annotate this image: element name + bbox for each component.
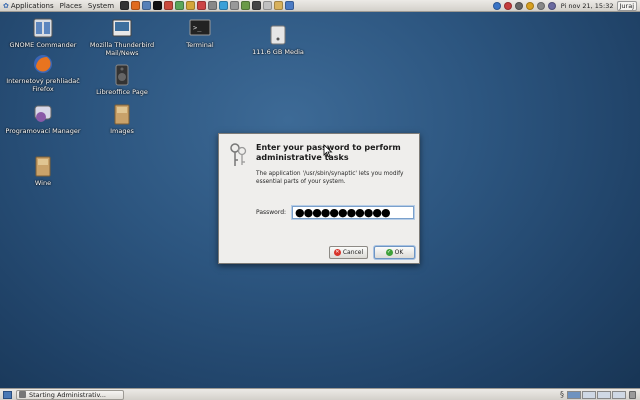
- tray-icon[interactable]: [525, 1, 534, 10]
- tray-icon[interactable]: [492, 1, 501, 10]
- system-tray: Pi nov 21, 15:32 Juraj: [492, 0, 640, 11]
- hard-drive-icon: [267, 24, 289, 46]
- desktop-icon-media-drive[interactable]: 111.6 GB Media: [238, 24, 318, 56]
- top-panel: ✿ Applications Places System Pi nov 21, 1…: [0, 0, 640, 12]
- mail2-launcher-icon[interactable]: [263, 1, 273, 10]
- firefox-icon: [32, 53, 54, 75]
- show-desktop-icon[interactable]: [3, 390, 12, 399]
- desktop-icon-firefox[interactable]: Internetový prehliadač Firefox: [3, 53, 83, 93]
- tray-icon[interactable]: [503, 1, 512, 10]
- firefox-launcher-icon[interactable]: [131, 1, 141, 10]
- password-label: Password:: [256, 209, 287, 216]
- desktop-icon-manager[interactable]: Programovací Manager: [3, 103, 83, 135]
- clock[interactable]: Pi nov 21, 15:32: [561, 2, 614, 10]
- taskbar-button[interactable]: Starting Administrativ...: [16, 389, 124, 400]
- desktop-icon-terminal[interactable]: >_ Terminal: [160, 17, 240, 49]
- java-icon: §: [560, 390, 564, 399]
- gnome-foot-icon: ✿: [3, 1, 9, 10]
- thunderbird-icon: [111, 17, 133, 39]
- workspace-2[interactable]: [582, 390, 596, 399]
- system-menu[interactable]: System: [85, 0, 117, 12]
- workspace-area: §: [560, 390, 640, 399]
- folder-icon: [32, 155, 54, 177]
- cancel-icon: ✕: [333, 249, 341, 256]
- terminal-icon: >_: [189, 17, 211, 39]
- workspace-switcher: [567, 390, 626, 399]
- folder-icon: [111, 103, 133, 125]
- dialog-title: Enter your password to perform administr…: [256, 143, 401, 162]
- image-launcher-icon[interactable]: [241, 1, 251, 10]
- desktop-icon-libreoffice[interactable]: Libreoffice Page: [82, 64, 162, 96]
- game-launcher-icon[interactable]: [186, 1, 196, 10]
- search-launcher-icon[interactable]: [208, 1, 218, 10]
- dialog-message: The application '/usr/sbin/synaptic' let…: [256, 171, 404, 185]
- app-icon: [19, 391, 26, 398]
- messenger-icon: [32, 103, 54, 125]
- chat-launcher-icon[interactable]: [175, 1, 185, 10]
- skype-launcher-icon[interactable]: [219, 1, 229, 10]
- user-switcher[interactable]: Juraj: [616, 0, 637, 11]
- desktop-icon-images[interactable]: Images: [82, 103, 162, 135]
- terminal-launcher-icon[interactable]: [120, 1, 130, 10]
- ok-icon: ✓: [385, 249, 393, 256]
- file-manager-icon: [32, 17, 54, 39]
- mouse-cursor-icon: [323, 143, 333, 158]
- ok-button[interactable]: ✓ OK: [374, 246, 415, 259]
- tray-icon[interactable]: [514, 1, 523, 10]
- workspace-4[interactable]: [612, 390, 626, 399]
- password-field[interactable]: ●●●●●●●●●●●: [292, 206, 414, 219]
- desktop-icon-thunderbird[interactable]: Mozilla Thunderbird Mail/News: [82, 17, 162, 57]
- tray-icons: [492, 1, 556, 10]
- applications-menu[interactable]: ✿ Applications: [0, 0, 57, 12]
- files-launcher-icon[interactable]: [274, 1, 284, 10]
- keys-icon: [227, 142, 249, 168]
- desktop-icon-wine[interactable]: Wine: [3, 155, 83, 187]
- editor-launcher-icon[interactable]: [197, 1, 207, 10]
- monitor-launcher-icon[interactable]: [252, 1, 262, 10]
- speaker-icon: [111, 64, 133, 86]
- trash-icon[interactable]: [629, 390, 636, 399]
- launcher-bar: [120, 1, 295, 10]
- workspace-3[interactable]: [597, 390, 611, 399]
- network-launcher-icon[interactable]: [285, 1, 295, 10]
- workspace-1[interactable]: [567, 390, 581, 399]
- mail-launcher-icon[interactable]: [142, 1, 152, 10]
- bottom-panel: Starting Administrativ... §: [0, 388, 640, 400]
- music-launcher-icon[interactable]: [153, 1, 163, 10]
- places-menu[interactable]: Places: [57, 0, 85, 12]
- auth-dialog: Enter your password to perform administr…: [218, 133, 420, 264]
- tray-icon[interactable]: [536, 1, 545, 10]
- photos-launcher-icon[interactable]: [164, 1, 174, 10]
- desktop-icon-gnome-commander[interactable]: GNOME Commander: [3, 17, 83, 49]
- svg-text:>_: >_: [193, 24, 202, 32]
- calc-launcher-icon[interactable]: [230, 1, 240, 10]
- cancel-button[interactable]: ✕ Cancel: [329, 246, 368, 259]
- tray-icon[interactable]: [547, 1, 556, 10]
